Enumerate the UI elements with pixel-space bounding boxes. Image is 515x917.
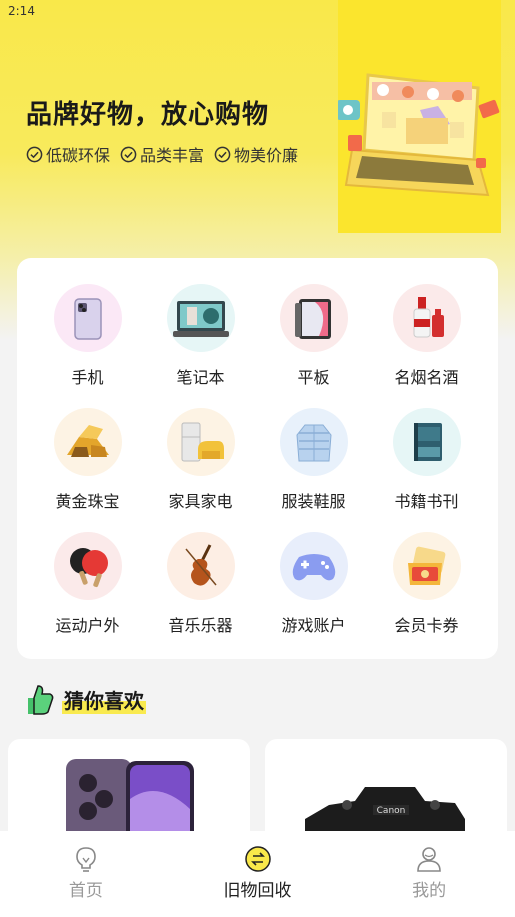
hero-tag-label: 低碳环保: [46, 146, 111, 165]
phone-icon: [53, 284, 122, 352]
hero-tag-label: 物美价廉: [234, 146, 299, 165]
tablet-icon: [279, 284, 348, 352]
tab-label: 旧物回收: [223, 881, 292, 901]
category-item-liquor[interactable]: 名烟名酒: [370, 284, 483, 408]
category-item-tablet[interactable]: 平板: [257, 284, 370, 408]
category-item-instrument[interactable]: 音乐乐器: [144, 532, 257, 656]
category-label: 服装鞋服: [281, 492, 346, 511]
tab-label: 首页: [68, 881, 103, 901]
violin-icon: [166, 532, 235, 600]
category-item-coupon[interactable]: 会员卡券: [370, 532, 483, 656]
category-card: 手机 笔记本 平板 名烟名酒 黄金珠宝 家具家电 服装鞋服 书籍书刊 运动户外 …: [17, 258, 498, 659]
category-label: 音乐乐器: [168, 616, 233, 635]
category-item-gold[interactable]: 黄金珠宝: [31, 408, 144, 532]
bottom-tab-bar: 首页 旧物回收 我的: [0, 831, 515, 917]
category-item-sports[interactable]: 运动户外: [31, 532, 144, 656]
category-label: 家具家电: [168, 492, 233, 511]
category-label: 平板: [297, 368, 330, 387]
category-label: 会员卡券: [394, 616, 459, 635]
hero-title: 品牌好物，放心购物: [26, 100, 270, 130]
appliance-icon: [166, 408, 235, 476]
user-icon: [417, 847, 441, 872]
gamepad-icon: [279, 532, 348, 600]
thumbs-up-icon: [28, 685, 54, 715]
category-item-book[interactable]: 书籍书刊: [370, 408, 483, 532]
liquor-icon: [392, 284, 461, 352]
recycle-icon: [244, 846, 271, 872]
category-item-laptop[interactable]: 笔记本: [144, 284, 257, 408]
category-label: 名烟名酒: [394, 368, 459, 387]
jacket-icon: [279, 408, 348, 476]
check-circle-icon: [26, 146, 43, 162]
category-label: 游戏账户: [281, 616, 346, 635]
category-label: 笔记本: [176, 368, 225, 387]
gold-icon: [53, 408, 122, 476]
pingpong-icon: [53, 532, 122, 600]
tab-home[interactable]: 首页: [0, 831, 172, 917]
tab-label: 我的: [412, 881, 447, 901]
check-circle-icon: [214, 146, 231, 162]
category-label: 运动户外: [55, 616, 120, 635]
category-item-appliance[interactable]: 家具家电: [144, 408, 257, 532]
book-icon: [392, 408, 461, 476]
coupon-icon: [392, 532, 461, 600]
hero-tags: 低碳环保 品类丰富 物美价廉: [26, 142, 298, 166]
guess-title: 猜你喜欢: [62, 684, 146, 714]
category-label: 手机: [71, 368, 104, 387]
category-item-phone[interactable]: 手机: [31, 284, 144, 408]
hero-illustration: [336, 0, 501, 233]
lightbulb-icon: [76, 847, 96, 872]
hero-tag: 低碳环保: [26, 142, 110, 166]
laptop-icon: [166, 284, 235, 352]
tab-recycle[interactable]: 旧物回收: [172, 831, 344, 917]
tab-mine[interactable]: 我的: [343, 831, 515, 917]
hero-tag-label: 品类丰富: [140, 146, 205, 165]
status-time: 2:14: [8, 4, 35, 18]
hero-tag: 物美价廉: [214, 142, 298, 166]
guess-section-header: 猜你喜欢: [22, 682, 146, 716]
check-circle-icon: [120, 146, 137, 162]
category-item-clothing[interactable]: 服装鞋服: [257, 408, 370, 532]
hero-tag: 品类丰富: [120, 142, 204, 166]
svg-text:Canon: Canon: [377, 806, 406, 816]
category-grid: 手机 笔记本 平板 名烟名酒 黄金珠宝 家具家电 服装鞋服 书籍书刊 运动户外 …: [17, 284, 498, 656]
category-item-game[interactable]: 游戏账户: [257, 532, 370, 656]
category-label: 书籍书刊: [394, 492, 459, 511]
category-label: 黄金珠宝: [55, 492, 120, 511]
